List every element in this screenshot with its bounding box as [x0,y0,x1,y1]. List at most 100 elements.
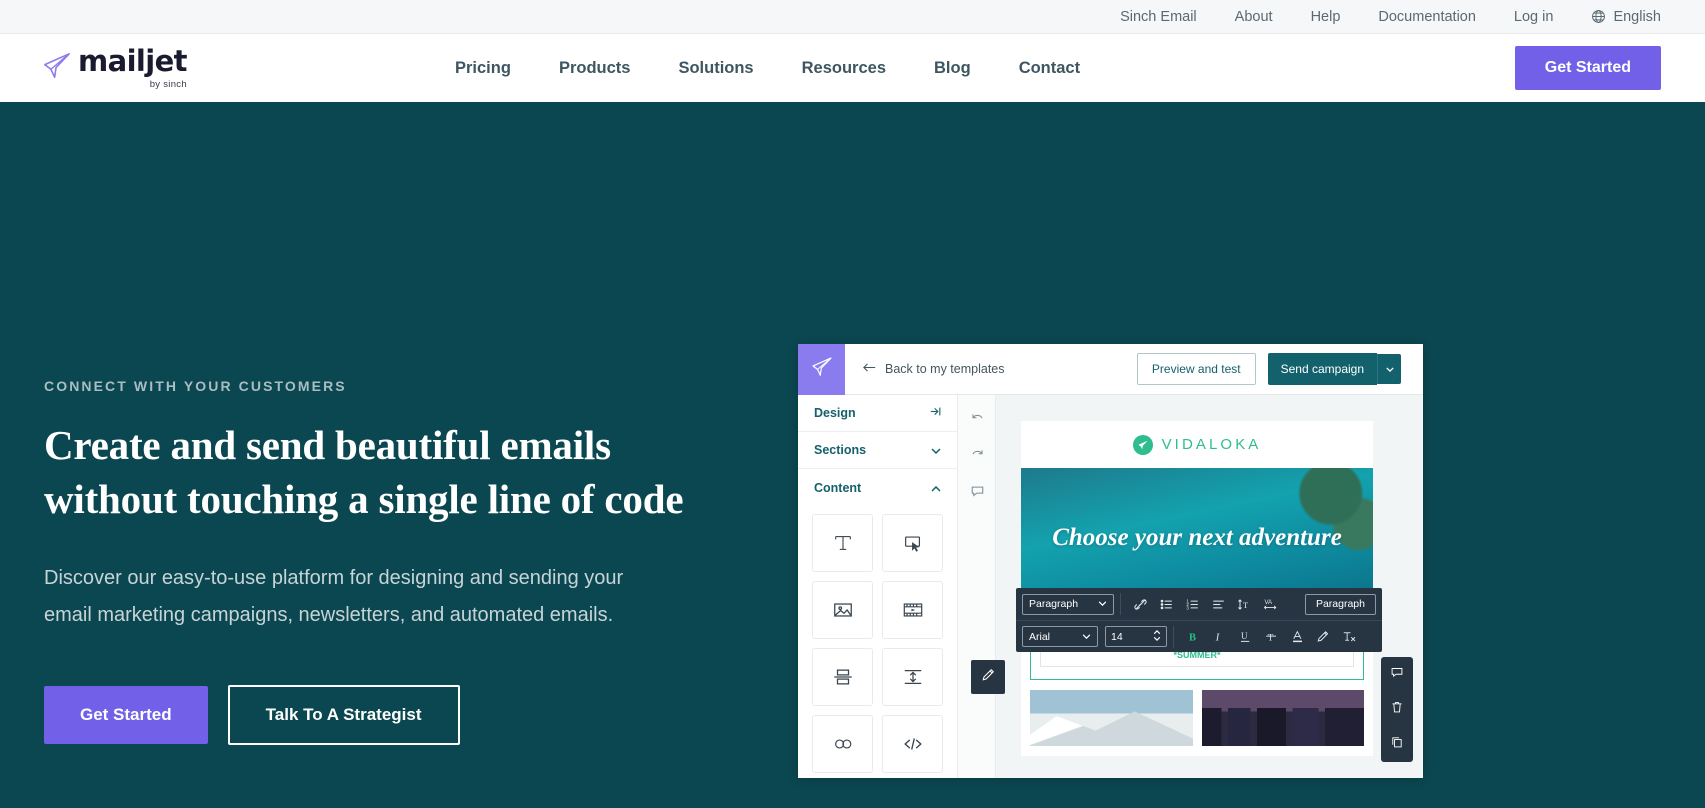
hero-subtitle: Discover our easy-to-use platform for de… [44,560,654,633]
redo-button[interactable] [958,439,996,475]
bulleted-list-icon[interactable] [1153,591,1179,617]
talk-to-strategist-button[interactable]: Talk To A Strategist [228,685,460,745]
button-block-tile[interactable] [882,514,943,572]
arrow-left-icon [863,362,876,376]
language-selector[interactable]: English [1591,9,1661,25]
highlight-icon[interactable] [1310,624,1336,650]
video-film-icon [902,599,924,621]
spacer-icon [902,666,924,688]
strikethrough-icon[interactable]: T [1258,624,1284,650]
editor-body: Design Sections Content [798,395,1423,778]
svg-text:U: U [1241,631,1248,641]
nav-link-contact[interactable]: Contact [995,59,1104,78]
chevron-up-icon [931,481,941,495]
editor-logo-tile[interactable] [798,344,845,395]
svg-text:VA: VA [1264,600,1272,606]
collapse-panel-icon [930,406,941,420]
italic-icon[interactable]: I [1206,624,1232,650]
split-block-tile[interactable] [812,648,873,706]
email-hero-image[interactable]: Choose your next adventure [1021,468,1373,608]
delete-button[interactable] [1381,692,1413,727]
main-navigation: mailjet by sinch Pricing Products Soluti… [0,34,1705,102]
line-height-icon[interactable]: T [1231,591,1257,617]
nav-link-blog[interactable]: Blog [910,59,995,78]
sidebar-panel-content[interactable]: Content [798,469,957,506]
format-toolbar-row-2: Arial 14 B [1016,620,1382,652]
sidebar-panel-content-label: Content [814,481,861,495]
svg-text:3: 3 [1186,605,1189,610]
stepper-updown-icon [1153,629,1161,645]
split-rows-icon [832,666,854,688]
text-icon [832,532,854,554]
bold-icon[interactable]: B [1180,624,1206,650]
utility-link-about[interactable]: About [1235,9,1273,25]
undo-button[interactable] [958,403,996,439]
logo-wordmark: mailjet [78,47,187,76]
text-format-toolbar: Paragraph [1016,588,1382,652]
paper-plane-icon [811,356,833,383]
clear-format-icon[interactable] [1336,624,1362,650]
hero-cta-group: Get Started Talk To A Strategist [44,685,724,745]
undo-icon [970,411,985,431]
utility-link-sinch-email[interactable]: Sinch Email [1120,9,1197,25]
video-block-tile[interactable] [882,581,943,639]
nav-link-resources[interactable]: Resources [778,59,910,78]
email-thumbnail-city[interactable] [1202,690,1365,746]
block-actions-rail [1381,657,1413,762]
image-block-tile[interactable] [812,581,873,639]
duplicate-button[interactable] [1381,727,1413,762]
edit-block-button[interactable] [971,660,1005,694]
nav-link-pricing[interactable]: Pricing [455,59,535,78]
email-brand-header: VIDALOKA [1021,421,1373,468]
paragraph-tag-button[interactable]: Paragraph [1305,594,1376,615]
toolbar-divider [1120,593,1121,615]
sidebar-panel-design-label: Design [814,406,856,420]
get-started-button-hero[interactable]: Get Started [44,686,208,744]
send-campaign-button[interactable]: Send campaign [1268,353,1377,385]
comment-button[interactable] [958,475,996,511]
social-block-tile[interactable] [812,715,873,773]
font-family-select[interactable]: Arial [1022,626,1098,647]
content-block-tiles [798,506,957,773]
comment-icon [970,483,985,503]
back-to-templates-link[interactable]: Back to my templates [863,362,1005,376]
email-hero-headline: Choose your next adventure [1038,522,1356,554]
format-toolbar-row-1: Paragraph [1016,588,1382,620]
svg-text:T: T [1267,632,1273,642]
sidebar-panel-sections[interactable]: Sections [798,432,957,469]
utility-link-documentation[interactable]: Documentation [1378,9,1476,25]
chevron-down-icon [1386,365,1394,374]
letter-spacing-icon[interactable]: VA [1257,591,1283,617]
logo-subtext: by sinch [150,79,187,90]
email-thumbnail-mountain[interactable] [1030,690,1193,746]
align-left-icon[interactable] [1205,591,1231,617]
nav-link-products[interactable]: Products [535,59,655,78]
text-color-icon[interactable] [1284,624,1310,650]
editor-topbar: Back to my templates Preview and test Se… [798,344,1423,395]
preview-and-test-button[interactable]: Preview and test [1137,353,1256,385]
block-type-select[interactable]: Paragraph [1022,594,1114,615]
numbered-list-icon[interactable]: 1 2 3 [1179,591,1205,617]
duplicate-icon [1390,735,1404,754]
code-icon [902,733,924,755]
sidebar-panel-sections-label: Sections [814,443,866,457]
editor-top-actions: Preview and test Send campaign [1137,353,1423,385]
button-cursor-icon [902,532,924,554]
utility-link-log-in[interactable]: Log in [1514,9,1554,25]
utility-link-help[interactable]: Help [1311,9,1341,25]
font-size-stepper[interactable]: 14 [1105,626,1167,647]
spacer-block-tile[interactable] [882,648,943,706]
mailjet-logo[interactable]: mailjet by sinch [42,47,187,90]
send-campaign-dropdown-button[interactable] [1377,354,1401,384]
svg-text:B: B [1189,632,1196,643]
globe-icon [1591,9,1606,24]
html-block-tile[interactable] [882,715,943,773]
comment-button[interactable] [1381,657,1413,692]
unlink-icon[interactable] [1127,591,1153,617]
chevron-down-icon [1082,633,1091,641]
underline-icon[interactable]: U [1232,624,1258,650]
get-started-button-nav[interactable]: Get Started [1515,46,1661,90]
sidebar-panel-design[interactable]: Design [798,395,957,432]
text-block-tile[interactable] [812,514,873,572]
nav-link-solutions[interactable]: Solutions [654,59,777,78]
